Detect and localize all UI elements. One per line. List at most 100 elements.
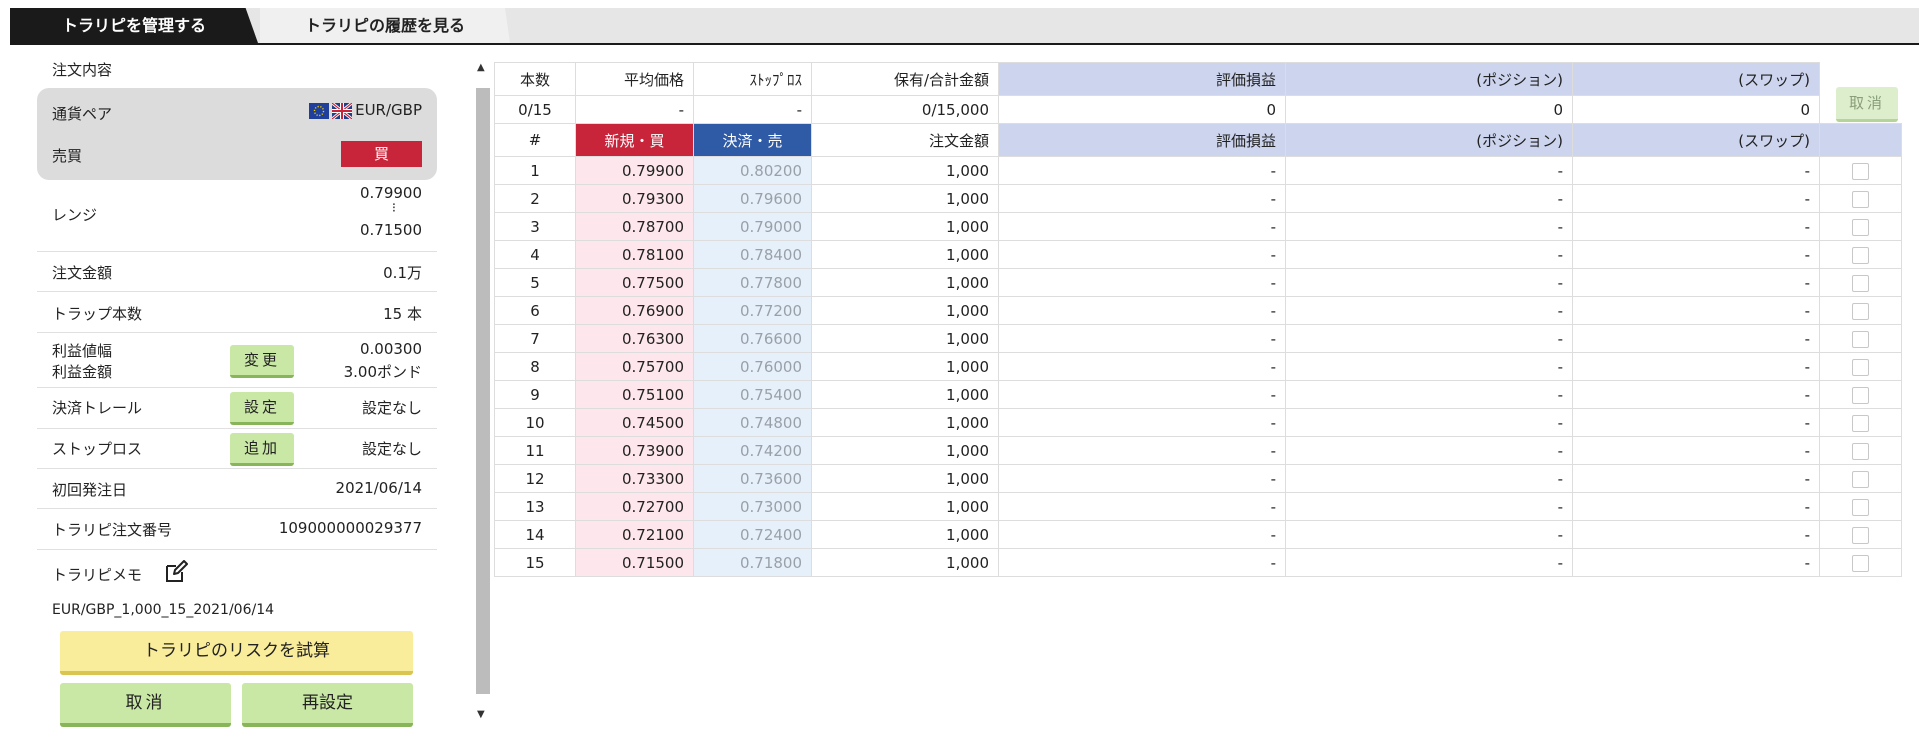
row-select-cell	[1819, 352, 1902, 381]
row-checkbox[interactable]	[1852, 470, 1869, 488]
row-checkbox[interactable]	[1852, 386, 1869, 404]
row-pnl: -	[998, 324, 1286, 353]
row-checkbox[interactable]	[1852, 246, 1869, 264]
summary-value-row: 0/15 - - 0/15,000 0 0 0	[494, 95, 1902, 124]
buy-price: 0.73300	[575, 464, 694, 493]
change-profit-button[interactable]: 変更	[230, 345, 294, 378]
row-position: -	[1285, 436, 1573, 465]
row-checkbox[interactable]	[1852, 162, 1869, 180]
row-pnl: -	[998, 296, 1286, 325]
tab-manage[interactable]: トラリピを管理する	[10, 8, 258, 43]
table-row: 8 0.75700 0.76000 1,000- - -	[494, 352, 1902, 381]
row-select-cell	[1819, 548, 1902, 577]
row-index: 2	[494, 184, 576, 213]
order-number-label: トラリピ注文番号	[52, 521, 173, 539]
row-pnl: -	[998, 548, 1286, 577]
detail-header-index: #	[494, 123, 576, 157]
side-label: 売買	[52, 147, 83, 165]
row-checkbox[interactable]	[1852, 526, 1869, 544]
table-row: 13 0.72700 0.73000 1,000- - -	[494, 492, 1902, 521]
memo-value: EUR/GBP_1,000_15_2021/06/14	[52, 602, 275, 618]
order-amount: 1,000	[811, 324, 999, 353]
row-swap: -	[1572, 408, 1820, 437]
pair-label: 通貨ペア	[52, 105, 113, 123]
table-row: 7 0.76300 0.76600 1,000- - -	[494, 324, 1902, 353]
row-select-cell	[1819, 156, 1902, 185]
row-select-cell	[1819, 464, 1902, 493]
trail-setting-button[interactable]: 設定	[230, 392, 294, 425]
scroll-up-icon[interactable]: ▲	[477, 62, 485, 73]
row-pnl: -	[998, 492, 1286, 521]
buy-price: 0.76900	[575, 296, 694, 325]
amount-label: 注文金額	[52, 264, 113, 282]
row-position: -	[1285, 184, 1573, 213]
row-position: -	[1285, 156, 1573, 185]
scrollbar-thumb[interactable]	[476, 88, 490, 694]
row-position: -	[1285, 408, 1573, 437]
risk-simulation-button[interactable]: トラリピのリスクを試算	[60, 631, 413, 675]
edit-memo-icon[interactable]	[164, 560, 188, 584]
row-select-cell	[1819, 408, 1902, 437]
row-checkbox[interactable]	[1852, 302, 1869, 320]
cancel-selected-button[interactable]: 取消	[1836, 87, 1898, 122]
table-row: 1 0.79900 0.80200 1,000- - -	[494, 156, 1902, 185]
row-index: 3	[494, 212, 576, 241]
trap-table: 本数 平均価格 ｽﾄｯﾌﾟﾛｽ 保有/合計金額 評価損益 (ポジション) (スワ…	[494, 62, 1902, 577]
detail-header-select	[1819, 123, 1902, 157]
row-position: -	[1285, 548, 1573, 577]
row-swap: -	[1572, 324, 1820, 353]
row-select-cell	[1819, 268, 1902, 297]
divider	[37, 468, 437, 469]
row-select-cell	[1819, 380, 1902, 409]
cancel-button[interactable]: 取消	[60, 683, 231, 727]
row-checkbox[interactable]	[1852, 442, 1869, 460]
table-row: 15 0.71500 0.71800 1,000- - -	[494, 548, 1902, 577]
summary-position: 0	[1285, 95, 1573, 124]
stoploss-value: 設定なし	[361, 440, 422, 458]
row-position: -	[1285, 268, 1573, 297]
order-amount: 1,000	[811, 548, 999, 577]
row-checkbox[interactable]	[1852, 190, 1869, 208]
row-select-cell	[1819, 296, 1902, 325]
row-checkbox[interactable]	[1852, 498, 1869, 516]
row-checkbox[interactable]	[1852, 358, 1869, 376]
scroll-down-icon[interactable]: ▼	[477, 709, 485, 720]
sell-price: 0.80200	[693, 156, 812, 185]
detail-body: 1 0.79900 0.80200 1,000- - -2 0.79300 0.79600 1,…	[494, 156, 1902, 577]
profit-amount-value: 3.00ポンド	[343, 363, 422, 381]
row-index: 5	[494, 268, 576, 297]
row-checkbox[interactable]	[1852, 330, 1869, 348]
first-date-label: 初回発注日	[52, 481, 128, 499]
row-checkbox[interactable]	[1852, 218, 1869, 236]
row-select-cell	[1819, 240, 1902, 269]
row-checkbox[interactable]	[1852, 554, 1869, 572]
sell-price: 0.73000	[693, 492, 812, 521]
table-row: 5 0.77500 0.77800 1,000- - -	[494, 268, 1902, 297]
order-amount: 1,000	[811, 436, 999, 465]
row-swap: -	[1572, 464, 1820, 493]
stoploss-add-button[interactable]: 追加	[230, 433, 294, 466]
order-amount: 1,000	[811, 464, 999, 493]
tab-bar: トラリピを管理する トラリピの履歴を見る	[10, 8, 1919, 45]
row-checkbox[interactable]	[1852, 274, 1869, 292]
trail-label: 決済トレール	[52, 399, 143, 417]
row-swap: -	[1572, 296, 1820, 325]
order-number-value: 109000000029377	[278, 519, 422, 537]
row-checkbox[interactable]	[1852, 414, 1869, 432]
sell-price: 0.76000	[693, 352, 812, 381]
row-pnl: -	[998, 240, 1286, 269]
range-high: 0.79900	[359, 184, 422, 202]
detail-header-swap: (スワップ)	[1572, 123, 1820, 157]
detail-header-amount: 注文金額	[811, 123, 999, 157]
divider	[37, 332, 437, 333]
buy-price: 0.72100	[575, 520, 694, 549]
tab-history[interactable]: トラリピの履歴を見る	[260, 8, 510, 43]
reset-button[interactable]: 再設定	[242, 683, 413, 727]
row-swap: -	[1572, 268, 1820, 297]
order-section-title: 注文内容	[52, 61, 113, 79]
row-index: 7	[494, 324, 576, 353]
buy-price: 0.78700	[575, 212, 694, 241]
summary-header-position: (ポジション)	[1285, 62, 1573, 96]
table-row: 3 0.78700 0.79000 1,000- - -	[494, 212, 1902, 241]
range-low: 0.71500	[359, 221, 422, 239]
